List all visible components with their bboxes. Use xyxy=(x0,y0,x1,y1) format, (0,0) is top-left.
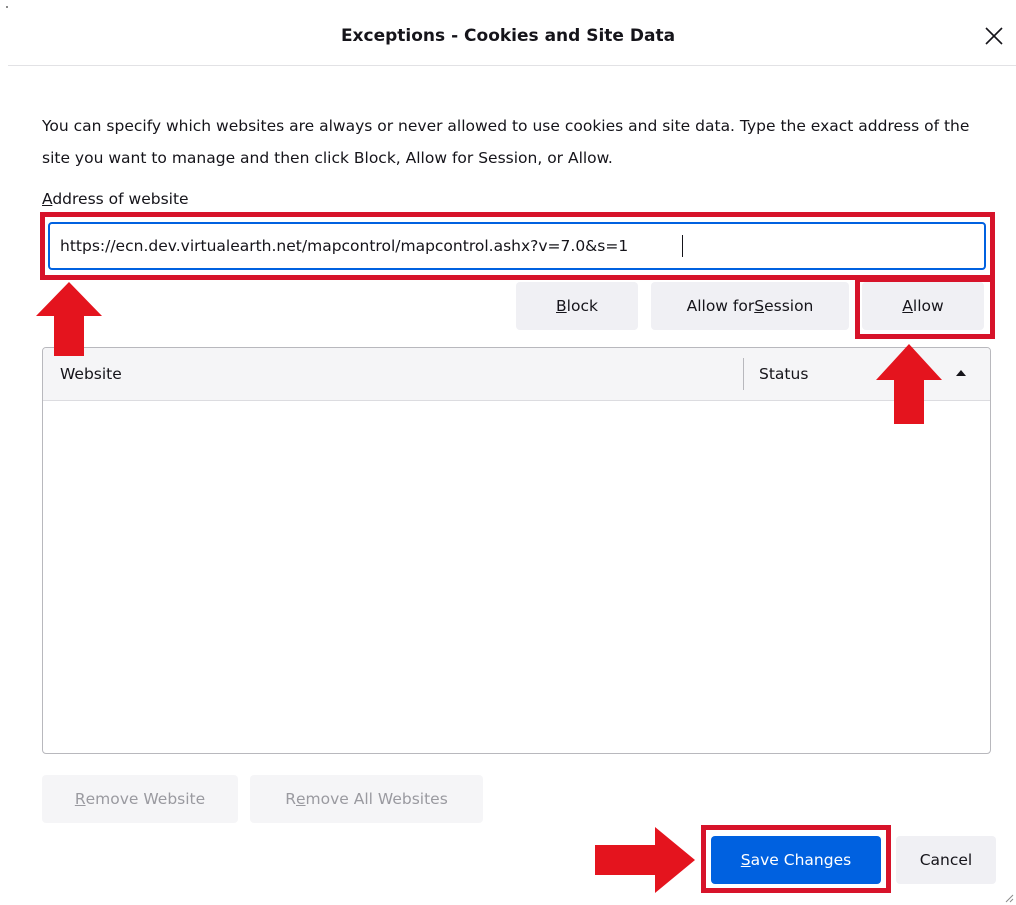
address-label-rest: ddress of website xyxy=(52,190,189,208)
remove-website-accesskey: R xyxy=(74,790,86,808)
close-button[interactable] xyxy=(982,24,1006,48)
address-label: Address of website xyxy=(42,190,189,208)
block-button[interactable]: Block xyxy=(516,282,638,330)
allow-label: llow xyxy=(912,297,944,315)
save-accesskey: S xyxy=(740,851,751,869)
address-input[interactable] xyxy=(60,224,960,268)
column-separator[interactable] xyxy=(743,358,744,390)
text-caret xyxy=(682,235,683,257)
cancel-button[interactable]: Cancel xyxy=(896,836,996,884)
block-accesskey: B xyxy=(556,297,567,315)
allow-session-accesskey: S xyxy=(754,297,765,315)
dialog-title: Exceptions - Cookies and Site Data xyxy=(340,26,676,46)
resize-grip-icon[interactable] xyxy=(1004,893,1014,903)
save-label: ave Changes xyxy=(750,851,852,869)
allow-button[interactable]: Allow xyxy=(862,282,984,330)
close-icon xyxy=(985,27,1003,45)
address-input-frame xyxy=(48,222,986,270)
allow-accesskey: A xyxy=(902,297,913,315)
save-changes-button[interactable]: Save Changes xyxy=(711,836,881,884)
address-label-accesskey: A xyxy=(42,190,53,208)
remove-website-button[interactable]: Remove Website xyxy=(42,775,238,823)
allow-session-pre: Allow for xyxy=(686,297,755,315)
table-header: Website Status xyxy=(43,348,990,401)
remove-all-accesskey: e xyxy=(296,790,306,808)
column-header-website[interactable]: Website xyxy=(60,365,122,383)
right-arrow-save-icon xyxy=(595,827,695,893)
allow-for-session-button[interactable]: Allow for Session xyxy=(651,282,849,330)
description-text: You can specify which websites are alway… xyxy=(42,117,970,167)
exceptions-dialog: Exceptions - Cookies and Site Data You c… xyxy=(0,0,1016,905)
exceptions-table: Website Status xyxy=(42,347,991,754)
title-divider xyxy=(8,65,1016,66)
remove-all-label: move All Websites xyxy=(305,790,448,808)
remove-all-websites-button[interactable]: Re move All Websites xyxy=(250,775,483,823)
up-arrow-allow-icon xyxy=(876,344,942,424)
column-header-status[interactable]: Status xyxy=(759,365,808,383)
up-arrow-address-icon xyxy=(36,282,102,356)
remove-all-pre: R xyxy=(285,790,296,808)
dialog-titlebar: Exceptions - Cookies and Site Data xyxy=(0,0,1016,66)
sort-ascending-icon xyxy=(956,370,966,376)
allow-session-rest: ession xyxy=(764,297,814,315)
block-label: lock xyxy=(566,297,598,315)
remove-website-label: emove Website xyxy=(85,790,206,808)
